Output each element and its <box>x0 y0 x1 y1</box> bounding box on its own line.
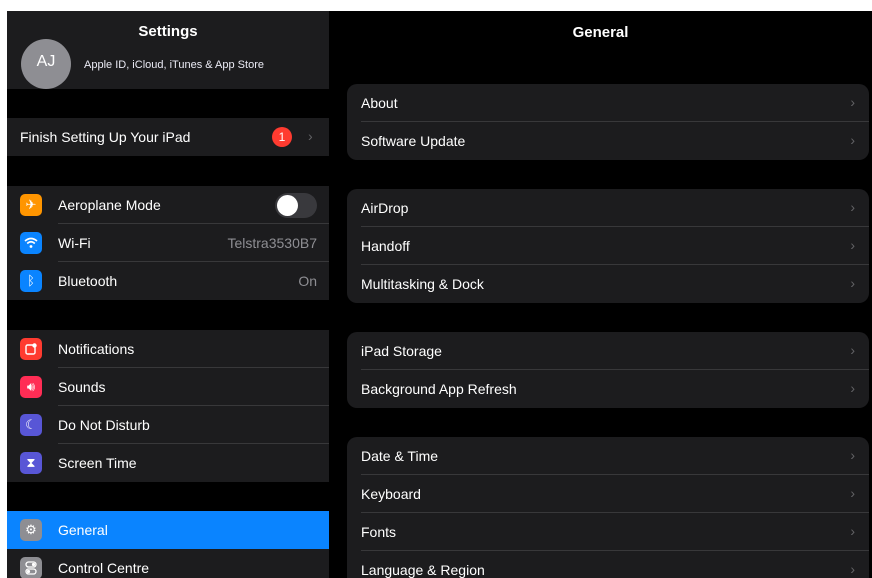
row-airdrop[interactable]: AirDrop › <box>347 189 869 227</box>
row-ipad-storage[interactable]: iPad Storage › <box>347 332 869 370</box>
settings-sidebar: Settings AJ Apple ID, iCloud, iTunes & A… <box>7 11 329 578</box>
chevron-right-icon: › <box>850 199 855 215</box>
page-title: General <box>572 24 629 41</box>
row-background-app-refresh[interactable]: Background App Refresh › <box>347 370 869 408</box>
row-label: Fonts <box>361 524 397 540</box>
sidebar-item-notifications[interactable]: Notifications <box>7 330 329 368</box>
sidebar-item-label: Bluetooth <box>58 273 118 289</box>
sidebar-item-label: Aeroplane Mode <box>58 197 161 213</box>
row-label: Multitasking & Dock <box>361 276 484 292</box>
toggle-knob <box>277 195 298 216</box>
nav-bar: General <box>329 11 872 55</box>
finish-setup-label: Finish Setting Up Your iPad <box>20 129 191 145</box>
row-label: Background App Refresh <box>361 381 517 397</box>
row-label: About <box>361 95 398 111</box>
row-fonts[interactable]: Fonts › <box>347 513 869 551</box>
sidebar-item-sounds[interactable]: 🔊︎ Sounds <box>7 368 329 406</box>
apple-id-banner[interactable]: Settings AJ Apple ID, iCloud, iTunes & A… <box>7 11 329 89</box>
sidebar-item-do-not-disturb[interactable]: ☾ Do Not Disturb <box>7 406 329 444</box>
sidebar-item-bluetooth[interactable]: ᛒ Bluetooth On <box>7 262 329 300</box>
apple-id-subtitle: Apple ID, iCloud, iTunes & App Store <box>84 59 264 71</box>
general-pane: General About › Software Update › AirDrop ›… <box>329 11 872 578</box>
notifications-icon <box>20 338 42 360</box>
group-locale: Date & Time › Keyboard › Fonts › Language &… <box>347 437 869 578</box>
chevron-right-icon: › <box>850 380 855 396</box>
chevron-right-icon: › <box>850 447 855 463</box>
control-centre-icon <box>20 557 42 578</box>
aeroplane-mode-toggle[interactable] <box>275 193 317 218</box>
sidebar-item-label: Screen Time <box>58 455 137 471</box>
finish-setup-group: Finish Setting Up Your iPad 1 › <box>7 118 329 156</box>
sidebar-item-aeroplane-mode[interactable]: ✈ Aeroplane Mode <box>7 186 329 224</box>
group-storage: iPad Storage › Background App Refresh › <box>347 332 869 408</box>
bluetooth-icon: ᛒ <box>20 270 42 292</box>
sidebar-item-wifi[interactable]: Wi-Fi Telstra3530B7 <box>7 224 329 262</box>
sidebar-item-label: Sounds <box>58 379 106 395</box>
row-language-region[interactable]: Language & Region › <box>347 551 869 578</box>
chevron-right-icon: › <box>850 275 855 291</box>
bluetooth-status-value: On <box>298 273 317 289</box>
chevron-right-icon: › <box>850 94 855 110</box>
sounds-icon: 🔊︎ <box>20 376 42 398</box>
sidebar-title: Settings <box>138 23 198 40</box>
sidebar-item-label: General <box>58 522 108 538</box>
row-about[interactable]: About › <box>347 84 869 122</box>
group-sharing: AirDrop › Handoff › Multitasking & Dock › <box>347 189 869 303</box>
chevron-right-icon: › <box>850 342 855 358</box>
row-label: iPad Storage <box>361 343 442 359</box>
chevron-right-icon: › <box>850 523 855 539</box>
connectivity-group: ✈ Aeroplane Mode Wi-Fi Telstra3530B7 ᛒ B… <box>7 186 329 300</box>
row-keyboard[interactable]: Keyboard › <box>347 475 869 513</box>
group-about: About › Software Update › <box>347 84 869 160</box>
alerts-group: Notifications 🔊︎ Sounds ☾ Do Not Disturb… <box>7 330 329 482</box>
sidebar-item-finish-setup[interactable]: Finish Setting Up Your iPad 1 › <box>7 118 329 156</box>
sidebar-item-label: Wi-Fi <box>58 235 91 251</box>
sidebar-item-label: Notifications <box>58 341 135 357</box>
sidebar-item-screen-time[interactable]: ⧗ Screen Time <box>7 444 329 482</box>
chevron-right-icon: › <box>850 132 855 148</box>
sidebar-item-label: Control Centre <box>58 560 150 576</box>
row-label: AirDrop <box>361 200 409 216</box>
row-software-update[interactable]: Software Update › <box>347 122 869 160</box>
chevron-right-icon: › <box>850 485 855 501</box>
avatar-initials: AJ <box>36 53 56 70</box>
row-multitasking-dock[interactable]: Multitasking & Dock › <box>347 265 869 303</box>
row-label: Handoff <box>361 238 410 254</box>
notification-badge: 1 <box>272 127 292 147</box>
row-label: Language & Region <box>361 562 485 578</box>
avatar: AJ <box>21 39 71 89</box>
moon-icon: ☾ <box>20 414 42 436</box>
chevron-right-icon: › <box>850 561 855 577</box>
wifi-network-value: Telstra3530B7 <box>227 235 317 251</box>
row-handoff[interactable]: Handoff › <box>347 227 869 265</box>
sidebar-item-control-centre[interactable]: Control Centre <box>7 549 329 578</box>
gear-icon: ⚙ <box>20 519 42 541</box>
hourglass-icon: ⧗ <box>20 452 42 474</box>
system-group: ⚙ General Control Centre <box>7 511 329 578</box>
row-label: Keyboard <box>361 486 421 502</box>
row-date-time[interactable]: Date & Time › <box>347 437 869 475</box>
airplane-icon: ✈ <box>20 194 42 216</box>
row-label: Date & Time <box>361 448 439 464</box>
sidebar-item-general[interactable]: ⚙ General <box>7 511 329 549</box>
wifi-icon <box>20 232 42 254</box>
chevron-right-icon: › <box>308 128 313 144</box>
sidebar-item-label: Do Not Disturb <box>58 417 150 433</box>
row-label: Software Update <box>361 133 466 149</box>
chevron-right-icon: › <box>850 237 855 253</box>
ipad-screen: Settings AJ Apple ID, iCloud, iTunes & A… <box>7 11 872 578</box>
